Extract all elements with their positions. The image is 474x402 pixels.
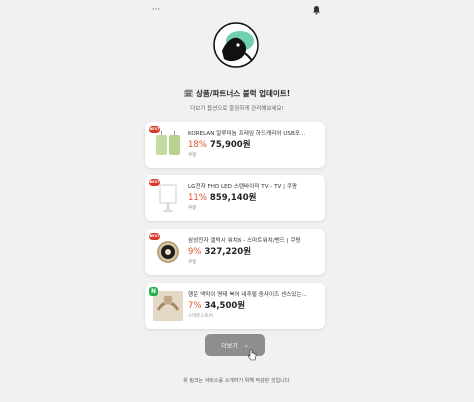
page-subtitle: 더보기 옵션으로 깔끔하게 관리해보세요! [190,106,284,112]
discount-rate: 9% [188,247,202,257]
naver-badge: N [149,287,158,296]
best-badge: BEST [149,126,160,133]
product-title: LG전자 FHD LED 스탠바이미 TV - TV | 쿠팡 [188,184,298,190]
discount-rate: 11% [188,193,207,203]
product-image [151,235,185,269]
product-title: 행운 액막이 명태 북어 내추럴 중사이즈 센스있는... [188,292,307,298]
headline-text: 상품/파트너스 블럭 업데이트! [195,89,291,98]
store-name: 쿠팡 [188,206,197,211]
hand-cursor-icon [247,349,257,361]
more-dots-icon[interactable]: ··· [145,0,167,20]
chevron-down-icon: ⌄ [243,341,249,349]
price-line: 7% 34,500원 [188,299,245,311]
best-badge: BEST [149,233,160,240]
store-name: 쿠팡 [188,153,197,158]
page-title: 🗓 상품/파트너스 블럭 업데이트! [0,88,474,99]
product-image [151,181,185,215]
price: 75,900원 [209,140,251,150]
product-card-3[interactable]: BEST 삼성전자 갤럭시 워치6 - 스마트워치/밴드 | 쿠팡 9% 327,… [145,229,325,275]
footer-note: 위 링크는 서비스를 소개하기 위해 작성된 것입니다. [183,378,291,384]
product-title: KORELAN 알루미늄 프레임 하드캐리어 USB포... [188,131,306,137]
price: 327,220원 [204,247,252,257]
store-name: 스마트스토어 [188,314,213,319]
price: 859,140원 [209,193,257,203]
store-name: 쿠팡 [188,260,197,265]
price-line: 9% 327,220원 [188,245,251,257]
product-card-4[interactable]: N 행운 액막이 명태 북어 내추럴 중사이즈 센스있는... 7% 34,500… [145,283,325,329]
product-image [151,128,185,162]
best-badge: BEST [149,179,160,186]
discount-rate: 18% [188,140,207,150]
bell-icon[interactable] [305,0,327,20]
price-line: 11% 859,140원 [188,191,256,203]
calendar-icon: 🗓 [183,89,194,98]
product-card-1[interactable]: BEST KORELAN 알루미늄 프레임 하드캐리어 USB포... 18% 7… [145,122,325,168]
page: ··· 🗓 상품/파트너스 블럭 업데이트! 더보기 옵션으로 깔끔하게 관리해… [0,0,474,402]
more-button-label: 더보기 [221,342,238,350]
avatar [212,21,260,69]
product-card-2[interactable]: BEST LG전자 FHD LED 스탠바이미 TV - TV | 쿠팡 11%… [145,175,325,221]
product-title: 삼성전자 갤럭시 워치6 - 스마트워치/밴드 | 쿠팡 [188,238,301,244]
price: 34,500원 [204,301,246,311]
price-line: 18% 75,900원 [188,138,251,150]
discount-rate: 7% [188,301,202,311]
bell-icon-svg [312,6,320,15]
